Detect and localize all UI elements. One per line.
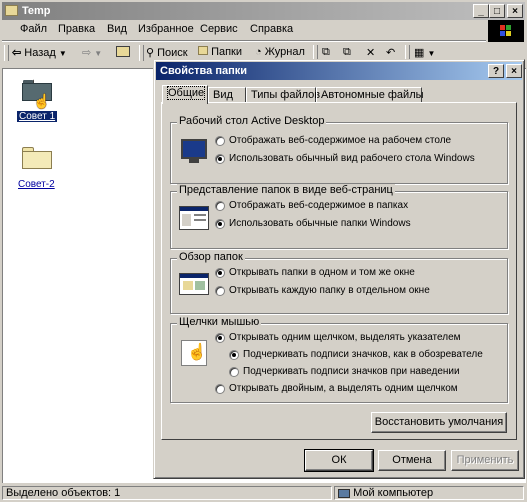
folder-options-dialog: Свойства папки ? × Общие Вид Типы файлов…	[153, 59, 525, 479]
search-button[interactable]: ⚲ Поиск	[146, 46, 188, 59]
browse-folders-illustration-icon	[179, 271, 209, 301]
explorer-title: Temp	[22, 5, 51, 17]
back-button[interactable]: ⇦ Назад ▼	[12, 46, 67, 59]
menu-file[interactable]: Файл	[20, 23, 47, 35]
tab-offline-files[interactable]: Автономные файлы	[316, 87, 424, 103]
tab-panel-general: Рабочий стол Active Desktop Отображать в…	[161, 102, 517, 440]
cancel-button[interactable]: Отмена	[378, 450, 446, 471]
up-folder-button[interactable]	[116, 46, 130, 60]
status-selected: Выделено объектов: 1	[2, 486, 332, 500]
menu-edit[interactable]: Правка	[58, 23, 95, 35]
search-icon: ⚲	[146, 47, 155, 59]
computer-icon	[338, 488, 350, 498]
menu-view[interactable]: Вид	[107, 23, 127, 35]
tab-view[interactable]: Вид	[208, 87, 246, 103]
delete-icon[interactable]: ✕	[366, 46, 375, 59]
web-view-illustration-icon	[179, 204, 209, 234]
menu-help[interactable]: Справка	[250, 23, 293, 35]
apply-button[interactable]: Применить	[451, 450, 519, 471]
file-item[interactable]: Совет-2	[15, 145, 65, 197]
status-location: Мой компьютер	[334, 486, 524, 500]
radio-underline-always[interactable]: Подчеркивать подписи значков, как в обоз…	[229, 349, 483, 360]
group-web-view: Представление папок в виде веб-страниц О…	[170, 184, 508, 249]
explorer-titlebar: Temp _ □ ×	[2, 2, 525, 20]
group-browse-folders: Обзор папок Открывать папки в одном и то…	[170, 251, 508, 314]
menu-favorites[interactable]: Избранное	[138, 23, 194, 35]
folders-button[interactable]: Папки	[198, 46, 242, 58]
file-label: Совет-2	[18, 179, 55, 190]
windows-logo	[488, 20, 524, 42]
hand-pointer-icon: ☝	[179, 338, 209, 368]
help-button[interactable]: ?	[488, 64, 504, 78]
radio-show-web-desktop[interactable]: Отображать веб-содержимое на рабочем сто…	[215, 135, 451, 146]
group-title: Представление папок в виде веб-страниц	[177, 184, 395, 196]
undo-icon[interactable]: ↶	[386, 46, 395, 59]
tab-general[interactable]: Общие	[162, 85, 208, 104]
menu-tools[interactable]: Сервис	[200, 23, 238, 35]
radio-same-window[interactable]: Открывать папки в одном и том же окне	[215, 267, 415, 278]
dialog-title: Свойства папки	[160, 65, 248, 77]
desktop-illustration-icon	[179, 137, 209, 167]
group-title: Щелчки мышью	[177, 316, 262, 328]
close-button[interactable]: ×	[507, 4, 523, 18]
folders-icon	[198, 46, 208, 55]
forward-button[interactable]: ⇨ ▼	[82, 46, 102, 59]
minimize-button[interactable]: _	[473, 4, 489, 18]
views-button[interactable]: ▦ ▼	[414, 46, 435, 59]
ok-button[interactable]: ОК	[304, 449, 374, 472]
menu-bar: Файл Правка Вид Избранное Сервис Справка	[0, 20, 480, 38]
dialog-close-button[interactable]: ×	[506, 64, 522, 78]
group-title: Обзор папок	[177, 251, 245, 263]
radio-underline-hover[interactable]: Подчеркивать подписи значков при наведен…	[229, 366, 460, 377]
file-label: Совет 1	[17, 111, 58, 122]
restore-defaults-button[interactable]: Восстановить умолчания	[371, 412, 507, 433]
back-arrow-icon: ⇦	[12, 47, 22, 59]
radio-separate-window[interactable]: Открывать каждую папку в отдельном окне	[215, 285, 430, 296]
radio-classic-folders[interactable]: Использовать обычные папки Windows	[215, 218, 411, 229]
dialog-titlebar: Свойства папки ? ×	[156, 62, 522, 80]
radio-classic-desktop[interactable]: Использовать обычный вид рабочего стола …	[215, 153, 475, 164]
move-to-icon[interactable]: ⧉	[322, 46, 330, 59]
group-title: Рабочий стол Active Desktop	[177, 115, 327, 127]
group-click-items: Щелчки мышью ☝ Открывать одним щелчком, …	[170, 316, 508, 403]
group-active-desktop: Рабочий стол Active Desktop Отображать в…	[170, 115, 508, 184]
status-bar: Выделено объектов: 1 Мой компьютер	[0, 484, 527, 502]
radio-web-folders[interactable]: Отображать веб-содержимое в папках	[215, 200, 408, 211]
file-item[interactable]: ☝ Совет 1	[15, 77, 65, 129]
history-button[interactable]: ◔ Журнал	[255, 46, 305, 58]
tab-file-types[interactable]: Типы файлов	[246, 87, 320, 103]
maximize-button[interactable]: □	[489, 4, 505, 18]
chevron-down-icon: ▼	[58, 49, 67, 58]
folder-icon	[5, 5, 18, 16]
history-icon: ◔	[255, 46, 262, 58]
radio-single-click[interactable]: Открывать одним щелчком, выделять указат…	[215, 332, 461, 343]
copy-to-icon[interactable]: ⧉	[343, 46, 351, 59]
folder-icon	[22, 147, 52, 169]
radio-double-click[interactable]: Открывать двойным, а выделять одним щелч…	[215, 383, 458, 394]
cursor-hand-icon: ☝	[33, 93, 51, 109]
folder-up-icon	[116, 46, 130, 57]
